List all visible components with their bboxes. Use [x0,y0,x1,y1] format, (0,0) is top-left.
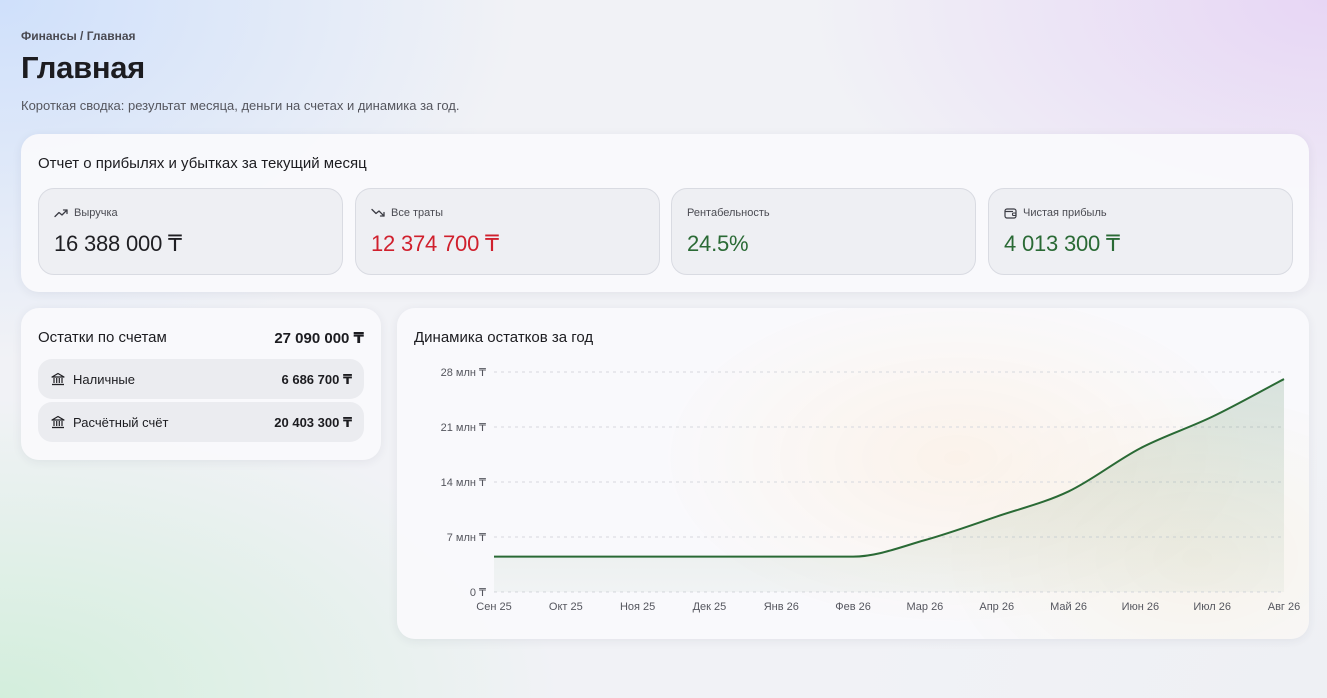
account-row-cash[interactable]: Наличные 6 686 700 ₸ [38,359,364,399]
accounts-card: Остатки по счетам 27 090 000 ₸ Наличные … [21,308,381,460]
account-amount: 6 686 700 ₸ [281,372,353,387]
accounts-title: Остатки по счетам [38,329,167,346]
trend-up-icon [54,208,68,218]
x-tick-label: Июл 26 [1193,601,1231,613]
x-tick-label: Май 26 [1050,601,1087,613]
kpi-label: Чистая прибыль [1023,207,1107,219]
kpi-expenses[interactable]: Все траты 12 374 700 ₸ [355,188,660,275]
kpi-value: 24.5% [687,231,749,256]
x-tick-label: Авг 26 [1268,601,1300,613]
y-tick-label: 14 млн ₸ [441,477,486,489]
kpi-label: Все траты [391,207,443,219]
x-tick-label: Фев 26 [835,601,871,613]
bank-icon [51,372,65,391]
kpi-net-profit[interactable]: Чистая прибыль 4 013 300 ₸ [988,188,1293,275]
account-row-current[interactable]: Расчётный счёт 20 403 300 ₸ [38,402,364,442]
kpi-revenue[interactable]: Выручка 16 388 000 ₸ [38,188,343,275]
x-tick-label: Сен 25 [476,601,511,613]
page-title: Главная [21,50,145,85]
account-name: Расчётный счёт [73,415,169,430]
kpi-label: Рентабельность [687,207,770,219]
breadcrumb[interactable]: Финансы / Главная [21,29,136,43]
balance-chart-card: Динамика остатков за год 0 ₸ 7 млн ₸ 14 мл… [397,308,1309,639]
x-tick-label: Ноя 25 [620,601,655,613]
account-amount: 20 403 300 ₸ [274,415,352,430]
x-tick-label: Апр 26 [979,601,1014,613]
account-name: Наличные [73,372,135,387]
kpi-value: 4 013 300 ₸ [1004,231,1120,256]
page-subtitle: Короткая сводка: результат месяца, деньг… [21,98,460,113]
x-tick-label: Июн 26 [1122,601,1160,613]
bank-icon [51,415,65,434]
wallet-icon [1004,207,1017,219]
kpi-value: 16 388 000 ₸ [54,231,182,256]
x-tick-label: Дек 25 [693,601,727,613]
series-area [494,379,1284,592]
kpi-value: 12 374 700 ₸ [371,231,499,256]
pl-card-title: Отчет о прибылях и убытках за текущий ме… [38,155,367,172]
y-tick-label: 0 ₸ [470,587,486,599]
y-tick-label: 28 млн ₸ [441,367,486,379]
balance-chart[interactable]: 0 ₸ 7 млн ₸ 14 млн ₸ 21 млн ₸ 28 млн ₸ Сен 25… [397,308,1309,639]
kpi-profitability[interactable]: Рентабельность 24.5% [671,188,976,275]
trend-down-icon [371,208,385,218]
kpi-label: Выручка [74,207,118,219]
x-tick-label: Мар 26 [906,601,943,613]
accounts-total: 27 090 000 ₸ [274,330,364,347]
y-tick-label: 21 млн ₸ [441,422,486,434]
pl-card: Отчет о прибылях и убытках за текущий ме… [21,134,1309,292]
x-tick-label: Окт 25 [549,601,583,613]
y-tick-label: 7 млн ₸ [447,532,486,544]
x-tick-label: Янв 26 [764,601,799,613]
